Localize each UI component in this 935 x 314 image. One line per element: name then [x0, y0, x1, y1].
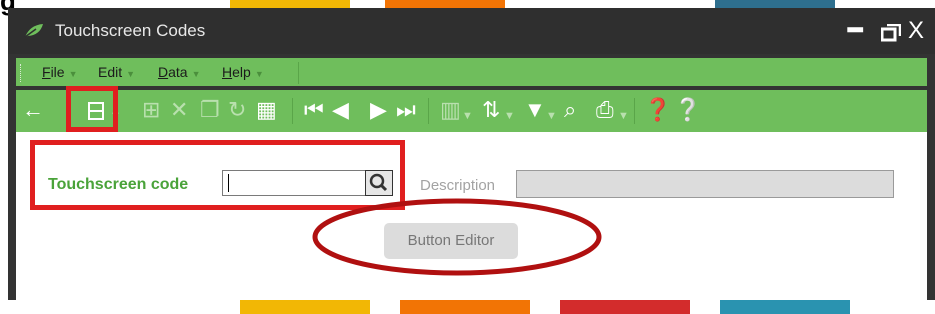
- background-tile-yellow: [230, 0, 350, 8]
- print-dropdown-icon[interactable]: ▼: [618, 104, 629, 128]
- menu-bar: File ▼ Edit ▼ Data ▼ Help ▼: [16, 58, 927, 86]
- text-caret: [228, 174, 229, 192]
- add-icon[interactable]: ⊞: [142, 98, 160, 122]
- description-label: Description: [420, 177, 496, 194]
- window-title: Touchscreen Codes: [55, 21, 206, 40]
- delete-icon[interactable]: ✕: [170, 98, 188, 122]
- background-tile-yellow-bottom: [240, 300, 370, 314]
- background-tile-teal-bottom: [720, 300, 850, 314]
- copy-icon[interactable]: ❐: [200, 98, 220, 122]
- restore-button[interactable]: [881, 24, 901, 42]
- minimize-button[interactable]: ━: [848, 16, 862, 46]
- description-input[interactable]: [516, 170, 894, 198]
- previous-record-icon[interactable]: ◀: [332, 98, 349, 122]
- filter-dropdown-icon[interactable]: ▼: [546, 104, 557, 128]
- print-icon[interactable]: ⎙: [596, 98, 614, 122]
- refresh-icon[interactable]: ↻: [228, 98, 246, 122]
- filter-icon[interactable]: ▼: [524, 98, 546, 122]
- sort-dropdown-icon[interactable]: ▼: [504, 104, 515, 128]
- find-icon[interactable]: ⌕: [564, 98, 576, 122]
- first-record-icon[interactable]: ⏮: [304, 98, 324, 122]
- button-editor-button[interactable]: Button Editor: [384, 223, 518, 259]
- background-tile-red-bottom: [560, 300, 690, 314]
- save-icon[interactable]: [88, 102, 104, 120]
- menu-grip: [20, 64, 24, 82]
- background-tile-orange: [385, 0, 505, 8]
- columns-dropdown-icon[interactable]: ▼: [462, 104, 473, 128]
- toolbar-separator: [634, 98, 635, 124]
- menu-file[interactable]: File ▼: [42, 64, 78, 80]
- last-record-icon[interactable]: ⏭: [396, 98, 416, 122]
- context-help-icon[interactable]: ❔: [674, 98, 701, 122]
- magnifier-icon: [369, 173, 388, 192]
- save-dropdown-icon[interactable]: ▼: [110, 104, 121, 128]
- form-area: Touchscreen code Description Button Edit…: [16, 132, 927, 300]
- background-tile-orange-bottom: [400, 300, 530, 314]
- menu-help[interactable]: Help ▼: [222, 64, 264, 80]
- back-arrow-icon[interactable]: ←: [22, 98, 44, 122]
- menu-edit[interactable]: Edit ▼: [98, 64, 135, 80]
- menu-data[interactable]: Data ▼: [158, 64, 201, 80]
- next-record-icon[interactable]: ▶: [370, 98, 387, 122]
- menu-separator: [298, 62, 299, 84]
- toolbar: ← ▼ ⊞ ✕ ❐ ↻ ▦ ⏮ ◀ ▶ ⏭ ▥ ▼ ⇅ ▼ ▼ ▼ ⌕ ⎙ ▼ …: [16, 90, 927, 132]
- background-tile-teal: [715, 0, 835, 8]
- toolbar-separator: [428, 98, 429, 124]
- columns-icon[interactable]: ▥: [440, 98, 461, 122]
- touchscreen-codes-window: Touchscreen Codes ━ X File ▼ Edit ▼ Data ▼ …: [8, 8, 935, 300]
- code-lookup-button[interactable]: [365, 170, 393, 196]
- toolbar-separator: [292, 98, 293, 124]
- touchscreen-code-label: Touchscreen code: [48, 176, 189, 193]
- close-button[interactable]: X: [908, 16, 924, 46]
- help-icon[interactable]: ❓: [644, 98, 671, 122]
- app-leaf-icon: [24, 24, 43, 38]
- title-bar: Touchscreen Codes ━ X: [8, 8, 935, 54]
- sort-icon[interactable]: ⇅: [482, 98, 500, 122]
- table-icon[interactable]: ▦: [256, 98, 277, 122]
